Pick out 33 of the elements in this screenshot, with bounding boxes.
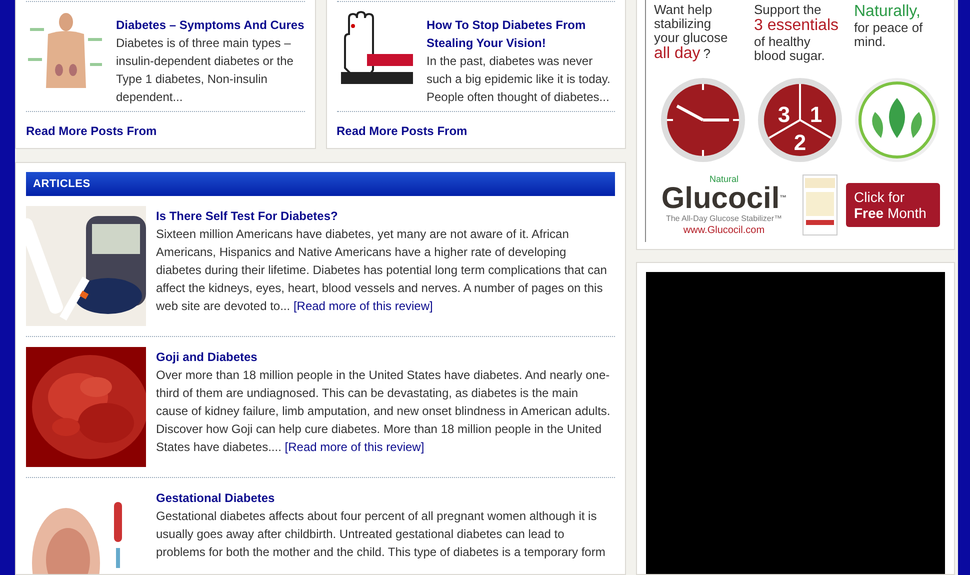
ad-text: Support the xyxy=(754,3,822,17)
article-excerpt: Sixteen million Americans have diabetes, yet many are not aware of it. African Americans, Hispanics and Native Americans have a higher rate of developing diabetes during their lifetime. Diabetes has potential long term complications that can affect the kidneys, eyes, heart, blood vessels and nerves. A number of pages on this web site are devoted to... [Read more of this review] xyxy=(156,226,608,315)
brand-note: Natural xyxy=(709,174,738,184)
article-title-link[interactable]: Is There Self Test For Diabetes? xyxy=(156,207,615,225)
ad-text: of healthy blood sugar. xyxy=(754,35,826,63)
clock-icon xyxy=(658,76,747,164)
brand-url: www.Glucocil.com xyxy=(683,225,765,236)
ad-text: Naturally, xyxy=(854,3,920,21)
article-excerpt: Gestational diabetes affects about four percent of all pregnant women although it is usually goes away after childbirth. Untreated gestational diabetes can lead to problems for both the mother and the child. This type of diabetes is a temporary form xyxy=(156,508,606,561)
article-title-link[interactable]: Gestational Diabetes xyxy=(156,489,615,507)
ad-text: Want help stabilizing your glucose xyxy=(654,3,729,45)
post-excerpt: In the past, diabetes was never such a big epidemic like it is today. People often thought of diabetes... xyxy=(426,53,612,106)
read-more-link[interactable]: Read More Posts From xyxy=(26,124,157,138)
ad-banner[interactable] xyxy=(636,0,955,250)
ad-text: all day xyxy=(654,45,700,63)
section-header: ARTICLES xyxy=(26,172,615,196)
ad-text: 3 essentials xyxy=(754,17,838,35)
free-month-button[interactable]: Click for Free Month xyxy=(846,183,940,227)
ad-text: for peace of mind. xyxy=(854,21,924,49)
post-excerpt: Diabetes is of three main types – insulin-dependent diabetes or the Type 1 diabetes, Non-insulin dependent... xyxy=(116,35,294,106)
read-more-link[interactable]: Read More Posts From xyxy=(336,124,468,138)
three-part-badge-icon: 3 1 2 xyxy=(756,76,844,164)
article-excerpt: Over more than 18 million people in the United States have diabetes. And nearly one-third of them are undiagnosed. This can be devastating, as diabetes is the main cause of kidney failure, limb amputation, and new onset blindness in American adults. Discover how Goji can help cure diabetes. More than 18 million people in the United States have diabetes.... [Read more of this review] xyxy=(156,367,612,456)
brand-logo: Glucocil xyxy=(661,184,780,214)
product-box-icon xyxy=(802,174,838,236)
article-title-link[interactable]: Goji and Diabetes xyxy=(156,348,615,366)
post-title-link[interactable]: How To Stop Diabetes From Stealing Your Vision! xyxy=(426,16,615,52)
read-more-link[interactable]: [Read more of this review] xyxy=(293,299,433,313)
leaves-icon xyxy=(853,76,942,164)
read-more-link[interactable]: [Read more of this review] xyxy=(284,440,424,454)
brand-tagline: The All-Day Glucose Stabilizer™ xyxy=(666,214,782,223)
ad-text: ? xyxy=(703,47,710,61)
post-title-link[interactable]: Diabetes – Symptoms And Cures xyxy=(116,16,304,34)
